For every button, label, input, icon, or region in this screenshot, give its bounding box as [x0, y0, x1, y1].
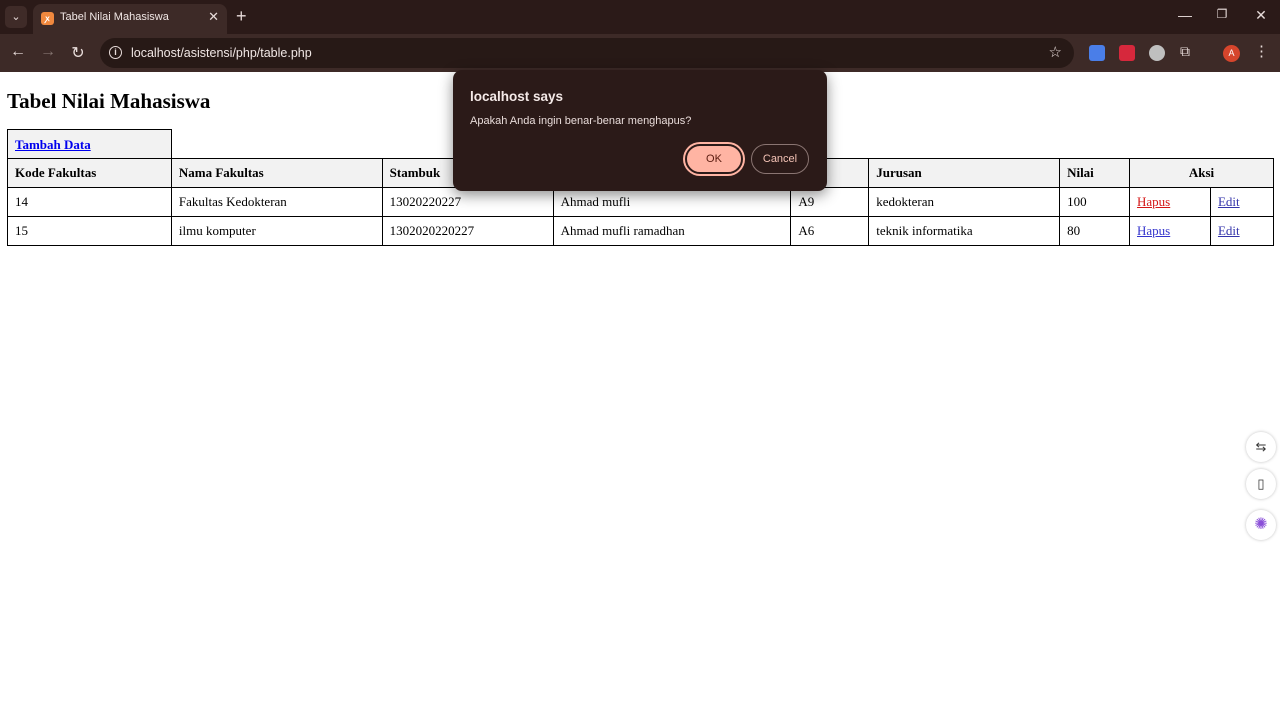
- dialog-title: localhost says: [470, 89, 564, 104]
- cell-edit: Edit: [1209, 216, 1275, 246]
- tab-search-button[interactable]: ⌄: [5, 6, 27, 28]
- cell-nilai: 100: [1059, 187, 1131, 217]
- extensions-puzzle-icon[interactable]: ⧉: [1180, 43, 1196, 59]
- dialog-message: Apakah Anda ingin benar-benar menghapus?: [470, 115, 692, 127]
- red-extension-icon[interactable]: [1119, 45, 1135, 61]
- cell-jurusan: teknik informatika: [868, 216, 1061, 246]
- cell-kode: 14: [7, 187, 172, 217]
- edit-link[interactable]: Edit: [1218, 194, 1240, 209]
- minimize-window-button[interactable]: —: [1175, 7, 1195, 23]
- cell-nama: Ahmad mufli: [552, 187, 792, 217]
- cell-stambuk: 1302020220227: [381, 216, 554, 246]
- table-row: 14 Fakultas Kedokteran 13020220227 Ahmad…: [7, 187, 1275, 217]
- browser-toolbar: ← → ↻ i localhost/asistensi/php/table.ph…: [0, 34, 1280, 72]
- address-bar[interactable]: i localhost/asistensi/php/table.php ☆: [100, 38, 1074, 68]
- url-text[interactable]: localhost/asistensi/php/table.php: [131, 46, 312, 60]
- back-button[interactable]: ←: [8, 43, 28, 61]
- delete-link[interactable]: Hapus: [1137, 194, 1170, 209]
- cell-nilai: 80: [1059, 216, 1131, 246]
- cancel-button[interactable]: Cancel: [751, 144, 809, 174]
- header-jurusan: Jurusan: [868, 158, 1061, 188]
- edit-link[interactable]: Edit: [1218, 223, 1240, 238]
- table-row: 15 ilmu komputer 1302020220227 Ahmad muf…: [7, 216, 1275, 246]
- restore-window-button[interactable]: ❐: [1212, 7, 1232, 21]
- translate-extension-icon[interactable]: [1089, 45, 1105, 61]
- ok-button[interactable]: OK: [685, 144, 743, 174]
- cell-kode: 15: [7, 216, 172, 246]
- bookmark-star-icon[interactable]: ☆: [1049, 43, 1062, 61]
- forward-button[interactable]: →: [38, 43, 58, 61]
- grammarly-extension-icon[interactable]: [1149, 45, 1165, 61]
- page-title: Tabel Nilai Mahasiswa: [7, 89, 211, 113]
- cell-kelas: A9: [790, 187, 870, 217]
- cell-edit: Edit: [1209, 187, 1275, 217]
- header-nilai: Nilai: [1059, 158, 1131, 188]
- cell-nama: Ahmad mufli ramadhan: [552, 216, 792, 246]
- add-data-cell: Tambah Data: [7, 129, 172, 159]
- cell-jurusan: kedokteran: [868, 187, 1061, 217]
- cell-nama-fakultas: ilmu komputer: [170, 216, 383, 246]
- cell-hapus: Hapus: [1129, 216, 1211, 246]
- cell-hapus: Hapus: [1129, 187, 1211, 217]
- active-tab[interactable]: ꭗ Tabel Nilai Mahasiswa ✕: [33, 4, 227, 34]
- cell-kelas: A6: [790, 216, 870, 246]
- header-nama-fakultas: Nama Fakultas: [170, 158, 383, 188]
- cell-nama-fakultas: Fakultas Kedokteran: [170, 187, 383, 217]
- tab-title: Tabel Nilai Mahasiswa: [60, 11, 169, 23]
- browser-menu-icon[interactable]: ⋮: [1254, 42, 1269, 60]
- reload-button[interactable]: ↻: [68, 43, 88, 63]
- reader-mode-icon[interactable]: ▯: [1246, 469, 1276, 499]
- header-kode-fakultas: Kode Fakultas: [7, 158, 172, 188]
- translate-side-icon[interactable]: ⇆: [1246, 432, 1276, 462]
- delete-link[interactable]: Hapus: [1137, 223, 1170, 238]
- site-info-icon[interactable]: i: [109, 46, 122, 59]
- xampp-favicon-icon: ꭗ: [41, 12, 54, 25]
- new-tab-button[interactable]: +: [236, 6, 247, 26]
- close-tab-icon[interactable]: ✕: [208, 9, 219, 25]
- ai-assistant-icon[interactable]: ✺: [1246, 510, 1276, 540]
- header-aksi: Aksi: [1129, 158, 1274, 188]
- confirm-dialog: localhost says Apakah Anda ingin benar-b…: [453, 70, 827, 191]
- tab-strip: ⌄ ꭗ Tabel Nilai Mahasiswa ✕ + — ❐ ✕: [0, 0, 1280, 34]
- profile-avatar[interactable]: A: [1223, 45, 1240, 62]
- cell-stambuk: 13020220227: [381, 187, 554, 217]
- close-window-button[interactable]: ✕: [1251, 7, 1271, 24]
- add-data-link[interactable]: Tambah Data: [15, 137, 91, 153]
